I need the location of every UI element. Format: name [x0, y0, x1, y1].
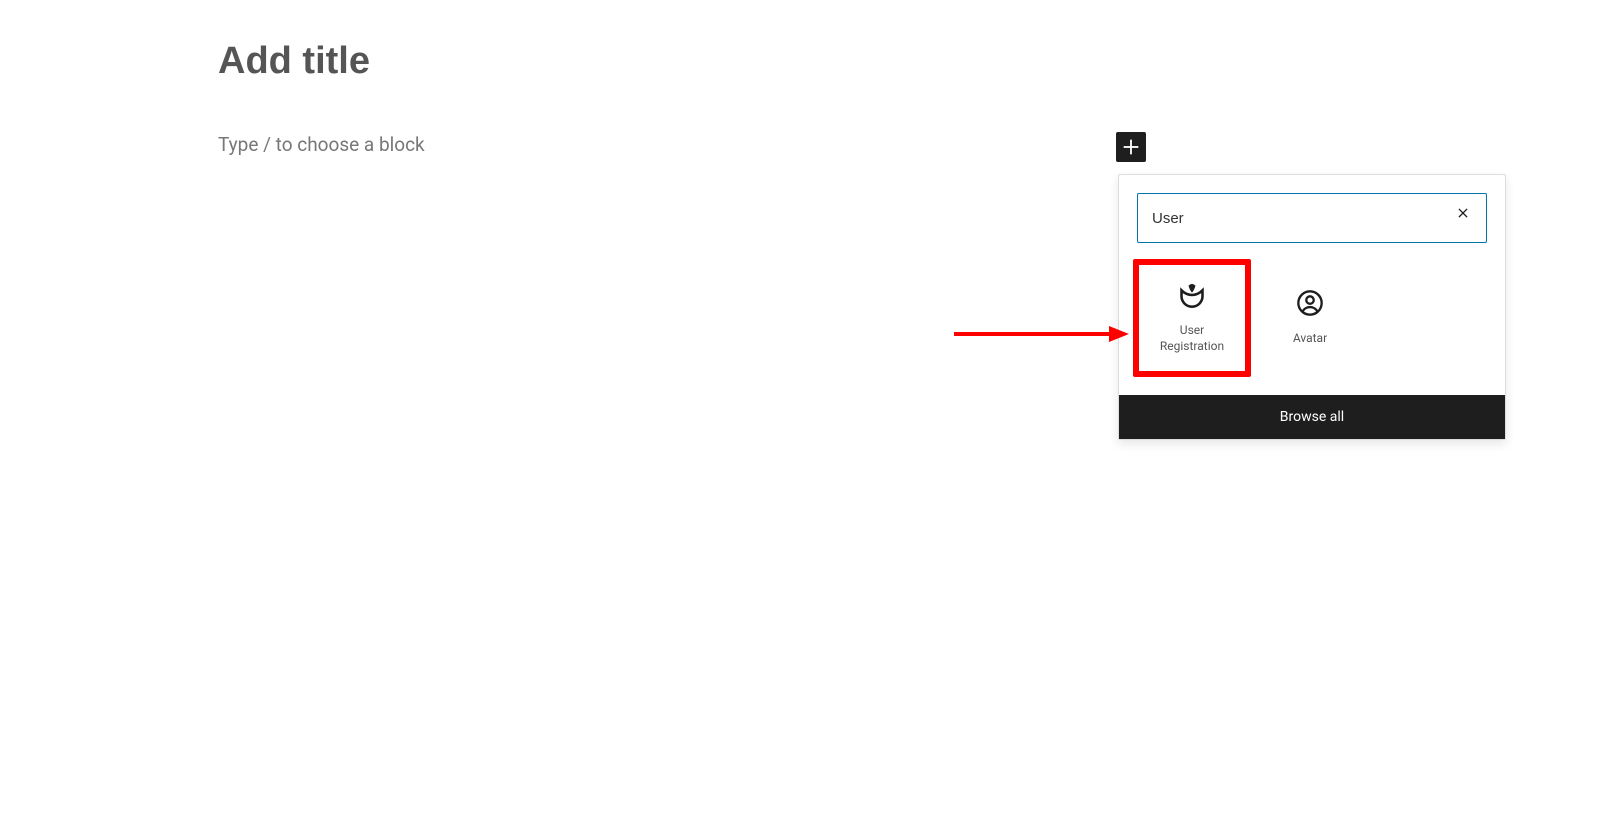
tulip-icon [1178, 281, 1206, 309]
block-item-label: User [1180, 323, 1204, 339]
avatar-icon [1296, 289, 1324, 317]
block-item-label: Avatar [1293, 331, 1327, 347]
block-item-user-registration[interactable]: User Registration [1133, 259, 1251, 377]
block-inserter-toggle[interactable] [1116, 132, 1146, 162]
close-icon [1456, 206, 1470, 220]
post-title-input[interactable] [218, 40, 1118, 83]
block-item-label-line2: Registration [1160, 339, 1224, 355]
inserter-results: User Registration Avatar [1119, 253, 1505, 395]
editor-canvas: Type / to choose a block [218, 40, 1118, 156]
post-body-placeholder[interactable]: Type / to choose a block [218, 133, 1118, 156]
inserter-search-wrap [1119, 175, 1505, 253]
block-item-avatar[interactable]: Avatar [1251, 259, 1369, 377]
browse-all-button[interactable]: Browse all [1119, 395, 1505, 439]
inserter-search-input[interactable] [1137, 193, 1487, 243]
inserter-search-clear-button[interactable] [1451, 201, 1475, 225]
block-inserter-popover: User Registration Avatar Browse all [1118, 174, 1506, 440]
plus-icon [1120, 136, 1142, 158]
annotation-arrow [954, 324, 1129, 348]
